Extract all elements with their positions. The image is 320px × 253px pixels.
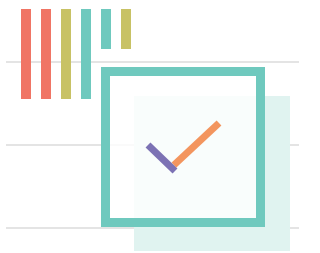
stripe-bar — [81, 9, 91, 99]
stripe-bar — [101, 9, 111, 49]
stripe-bar — [21, 9, 31, 99]
stripe-bar — [61, 9, 71, 99]
illustration-canvas — [6, 9, 299, 251]
checklist-illustration — [0, 0, 299, 253]
checkbox-frame — [101, 67, 265, 227]
stripe-bar — [121, 9, 131, 49]
stripe-bar — [41, 9, 51, 99]
